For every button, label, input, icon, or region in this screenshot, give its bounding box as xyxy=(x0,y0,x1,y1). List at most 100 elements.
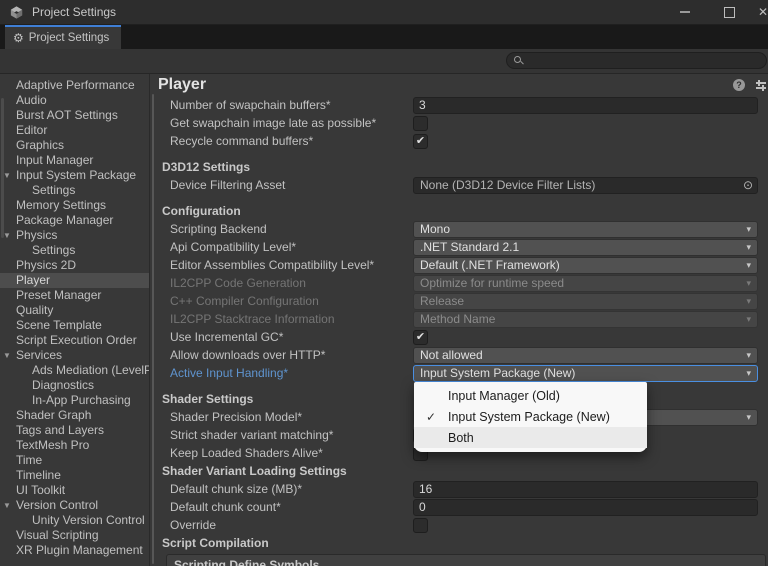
sidebar-item-timeline[interactable]: Timeline xyxy=(0,468,149,483)
sidebar-item-version-control[interactable]: ▼ Version Control xyxy=(0,498,149,513)
sidebar-item-label: Settings xyxy=(32,243,76,257)
popup-item[interactable]: Input Manager (Old) xyxy=(414,385,647,406)
row-label: Default chunk count* xyxy=(170,500,281,514)
dropdown-field: Optimize for runtime speed ▾ xyxy=(413,274,758,292)
dropdown-field[interactable]: Mono ▾ xyxy=(413,220,758,238)
text-field[interactable]: 0 xyxy=(413,498,758,516)
dropdown-field[interactable]: Not allowed ▾ xyxy=(413,346,758,364)
sidebar-item-label: Editor xyxy=(16,123,48,137)
checkbox[interactable]: ✔ xyxy=(413,517,428,533)
sidebar-item-graphics[interactable]: Graphics xyxy=(0,138,149,153)
sidebar-item-label: Diagnostics xyxy=(32,378,95,392)
dropdown-field[interactable]: Default (.NET Framework) ▾ xyxy=(413,256,758,274)
sidebar-item-diagnostics[interactable]: Diagnostics xyxy=(0,378,149,393)
popup-item[interactable]: ✓ Input System Package (New) xyxy=(414,406,647,427)
tab-project-settings[interactable]: ⚙ Project Settings xyxy=(5,25,122,49)
gear-icon: ⚙ xyxy=(13,31,24,45)
settings-sidebar: Adaptive Performance Audio Burst AOT Setti… xyxy=(0,74,150,566)
check-icon: ✔ xyxy=(415,134,426,147)
sidebar-item-input-manager[interactable]: Input Manager xyxy=(0,153,149,168)
search-icon xyxy=(514,56,524,65)
section-header: D3D12 Settings xyxy=(162,160,251,174)
content-scrollbar[interactable] xyxy=(152,94,154,564)
sidebar-item-label: Graphics xyxy=(16,138,65,152)
sidebar-item-unity-version-control[interactable]: Unity Version Control xyxy=(0,513,149,528)
sidebar-item-memory-settings[interactable]: Memory Settings xyxy=(0,198,149,213)
foldout-icon[interactable]: ▼ xyxy=(3,348,11,363)
sidebar-item-label: UI Toolkit xyxy=(16,483,66,497)
sidebar-item-ads-mediation-levelplay-[interactable]: Ads Mediation (LevelPlay) xyxy=(0,363,149,378)
sidebar-item-visual-scripting[interactable]: Visual Scripting xyxy=(0,528,149,543)
settings-content: Player ? Number of swapchain buffers* 3 Ge… xyxy=(150,74,768,566)
sidebar-item-tags-and-layers[interactable]: Tags and Layers xyxy=(0,423,149,438)
sidebar-item-script-execution-order[interactable]: Script Execution Order xyxy=(0,333,149,348)
presets-icon[interactable] xyxy=(755,79,767,91)
popup-item-label: Input System Package (New) xyxy=(448,409,610,424)
sidebar-item-player[interactable]: Player xyxy=(0,273,149,288)
sidebar-item-label: Time xyxy=(16,453,43,467)
sidebar-item-settings[interactable]: Settings xyxy=(0,243,149,258)
dropdown-value: Optimize for runtime speed xyxy=(420,275,565,290)
sidebar-item-textmesh-pro[interactable]: TextMesh Pro xyxy=(0,438,149,453)
sidebar-item-preset-manager[interactable]: Preset Manager xyxy=(0,288,149,303)
settings-row: Get swapchain image late as possible* ✔ xyxy=(170,114,758,132)
sidebar-item-services[interactable]: ▼ Services xyxy=(0,348,149,363)
sidebar-item-xr-plugin-management[interactable]: XR Plugin Management xyxy=(0,543,149,558)
popup-item[interactable]: Both xyxy=(414,427,647,448)
close-icon: ✕ xyxy=(758,5,768,19)
sidebar-item-settings[interactable]: Settings xyxy=(0,183,149,198)
row-label: Device Filtering Asset xyxy=(170,178,286,192)
checkbox[interactable]: ✔ xyxy=(413,115,428,131)
settings-row: Device Filtering Asset None (D3D12 Device… xyxy=(170,176,758,194)
search-input[interactable] xyxy=(523,52,766,69)
sidebar-item-adaptive-performance[interactable]: Adaptive Performance xyxy=(0,78,149,93)
minimize-button[interactable] xyxy=(668,0,702,24)
sidebar-item-burst-aot-settings[interactable]: Burst AOT Settings xyxy=(0,108,149,123)
search-bar[interactable] xyxy=(506,52,767,69)
sidebar-item-editor[interactable]: Editor xyxy=(0,123,149,138)
settings-row: Api Compatibility Level* .NET Standard 2.… xyxy=(170,238,758,256)
text-field[interactable]: 16 xyxy=(413,480,758,498)
dropdown-field[interactable]: .NET Standard 2.1 ▾ xyxy=(413,238,758,256)
object-picker-icon[interactable]: ⊙ xyxy=(743,178,753,192)
foldout-icon[interactable]: ▼ xyxy=(3,498,11,513)
checkbox[interactable]: ✔ xyxy=(413,329,428,345)
help-icon[interactable]: ? xyxy=(733,79,745,91)
row-label: Api Compatibility Level* xyxy=(170,240,297,254)
page-title: Player xyxy=(158,76,207,93)
sidebar-list: Adaptive Performance Audio Burst AOT Setti… xyxy=(0,78,149,558)
sidebar-item-package-manager[interactable]: Package Manager xyxy=(0,213,149,228)
dropdown-value: Mono xyxy=(420,221,451,236)
maximize-button[interactable] xyxy=(712,0,746,24)
sidebar-item-input-system-package[interactable]: ▼ Input System Package xyxy=(0,168,149,183)
foldout-icon[interactable]: ▼ xyxy=(3,168,11,183)
check-icon: ✔ xyxy=(415,330,426,343)
scripting-define-symbols-box: Scripting Define Symbols xyxy=(166,554,766,566)
object-field-value: None (D3D12 Device Filter Lists) xyxy=(420,177,596,192)
checkbox[interactable]: ✔ xyxy=(413,133,428,149)
settings-rows: Number of swapchain buffers* 3 Get swapcha… xyxy=(150,96,768,566)
sidebar-item-label: XR Plugin Management xyxy=(16,543,143,557)
sidebar-item-shader-graph[interactable]: Shader Graph xyxy=(0,408,149,423)
sidebar-item-ui-toolkit[interactable]: UI Toolkit xyxy=(0,483,149,498)
sidebar-item-in-app-purchasing[interactable]: In-App Purchasing xyxy=(0,393,149,408)
foldout-icon[interactable]: ▼ xyxy=(3,228,11,243)
text-field[interactable]: 3 xyxy=(413,96,758,114)
sidebar-item-physics[interactable]: ▼ Physics xyxy=(0,228,149,243)
dropdown-arrow-icon: ▾ xyxy=(746,223,751,234)
row-label: IL2CPP Stacktrace Information xyxy=(170,312,335,326)
sidebar-item-scene-template[interactable]: Scene Template xyxy=(0,318,149,333)
sidebar-item-audio[interactable]: Audio xyxy=(0,93,149,108)
sidebar-item-physics-2d[interactable]: Physics 2D xyxy=(0,258,149,273)
sidebar-item-quality[interactable]: Quality xyxy=(0,303,149,318)
settings-body: Adaptive Performance Audio Burst AOT Setti… xyxy=(0,74,768,566)
sidebar-item-label: Player xyxy=(16,273,51,287)
sidebar-item-label: Physics 2D xyxy=(16,258,77,272)
object-field[interactable]: None (D3D12 Device Filter Lists) ⊙ xyxy=(413,176,758,194)
page-header: Player ? xyxy=(150,74,768,96)
sidebar-item-label: Script Execution Order xyxy=(16,333,137,347)
sidebar-item-time[interactable]: Time xyxy=(0,453,149,468)
dropdown-field[interactable]: Input System Package (New) ▾ xyxy=(413,364,758,382)
dropdown-value: Input System Package (New) xyxy=(420,365,576,380)
close-button[interactable]: ✕ xyxy=(758,0,768,24)
